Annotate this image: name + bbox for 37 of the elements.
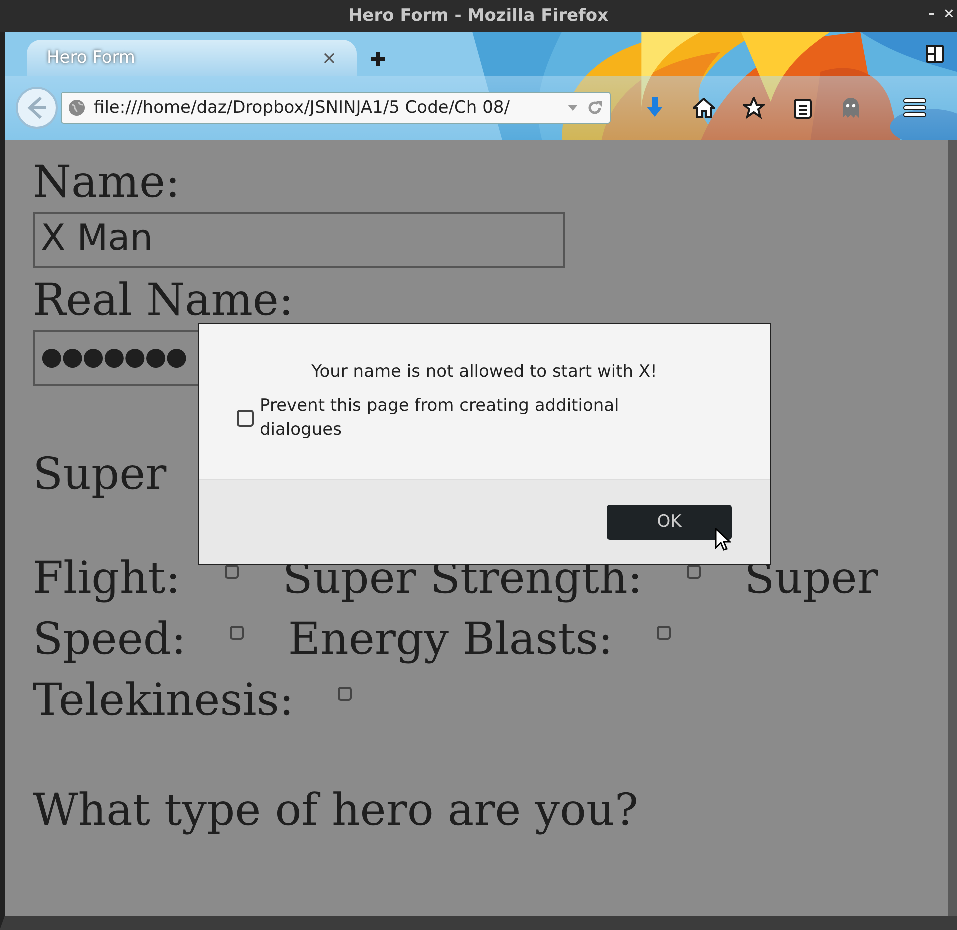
ok-button[interactable]: OK [607, 504, 732, 540]
dropdown-icon[interactable] [568, 105, 578, 111]
window-title: Hero Form - Mozilla Firefox [348, 6, 609, 26]
clipboard-icon[interactable] [793, 97, 813, 119]
checkbox-label: Prevent this page from creating additional dialogues [260, 395, 620, 442]
window-control[interactable]: × [943, 6, 955, 22]
checkbox-label: Flight: [33, 553, 181, 604]
question-text: What type of hero are you? [33, 784, 640, 838]
input-field[interactable]: X Man [33, 212, 565, 268]
tab-title: Hero Form [47, 48, 136, 68]
checkbox[interactable] [338, 686, 352, 701]
field-label: Real Name: [33, 274, 295, 328]
grid-icon[interactable] [925, 44, 945, 64]
checkbox[interactable] [230, 626, 244, 640]
section-heading: Super [33, 448, 168, 502]
scrollbar[interactable] [948, 140, 957, 916]
dialog-message: Your name is not allowed to start with X! [310, 362, 658, 382]
checkbox[interactable] [237, 410, 254, 426]
plus-icon[interactable] [371, 52, 385, 66]
reload-icon[interactable] [586, 99, 604, 117]
home-icon[interactable] [693, 98, 715, 118]
address-bar[interactable]: file:///home/daz/Dropbox/JSNINJA1/5 Code/Ch 08/ [61, 92, 611, 124]
checkbox-label: Super [744, 553, 878, 604]
checkbox-label: Speed: [33, 614, 186, 665]
menu-icon[interactable] [903, 98, 927, 118]
checkbox[interactable] [657, 626, 672, 640]
browser-tab[interactable]: Hero Form × [27, 40, 357, 76]
star-icon[interactable] [743, 97, 765, 119]
checkbox-label: Energy Blasts: [288, 614, 614, 665]
cursor-icon [715, 528, 731, 552]
window-control[interactable]: – [928, 6, 936, 22]
globe-icon [68, 99, 86, 117]
checkbox-label: Telekinesis: [33, 675, 294, 726]
field-label: Name: [33, 156, 182, 210]
ghost-icon[interactable] [841, 96, 861, 120]
close-icon[interactable]: × [322, 48, 337, 68]
url-text: file:///home/daz/Dropbox/JSNINJA1/5 Code/Ch 08/ [94, 98, 511, 118]
